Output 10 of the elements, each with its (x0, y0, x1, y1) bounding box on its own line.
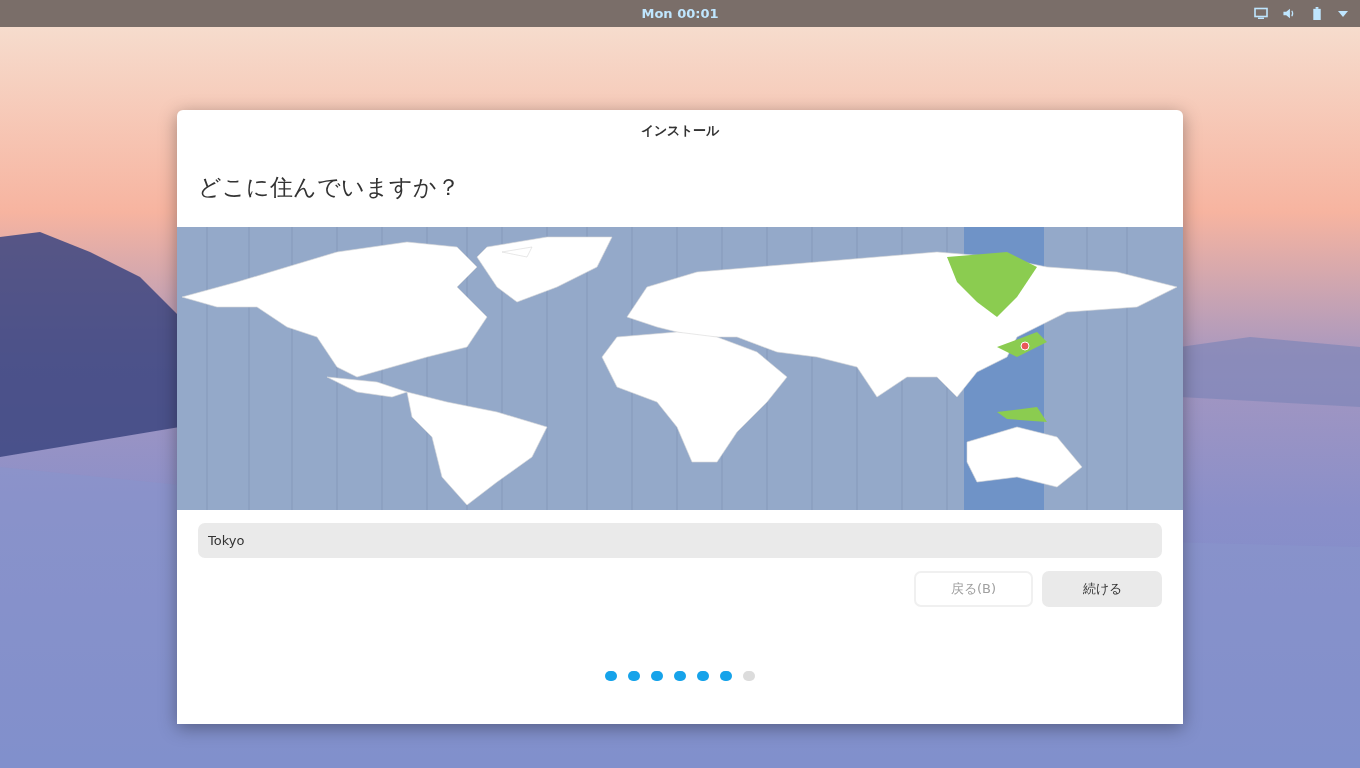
continue-button[interactable]: 続ける (1042, 571, 1162, 607)
display-icon[interactable] (1254, 7, 1268, 20)
question-heading: どこに住んでいますか？ (197, 173, 461, 202)
caret-icon[interactable] (1338, 10, 1348, 17)
clock[interactable]: Mon 00:01 (641, 6, 719, 21)
location-field[interactable]: Tokyo (198, 523, 1162, 558)
window-title: インストール (640, 122, 720, 140)
volume-icon[interactable] (1282, 7, 1296, 20)
world-map-drawing[interactable] (177, 227, 1183, 510)
battery-icon[interactable] (1310, 7, 1324, 20)
